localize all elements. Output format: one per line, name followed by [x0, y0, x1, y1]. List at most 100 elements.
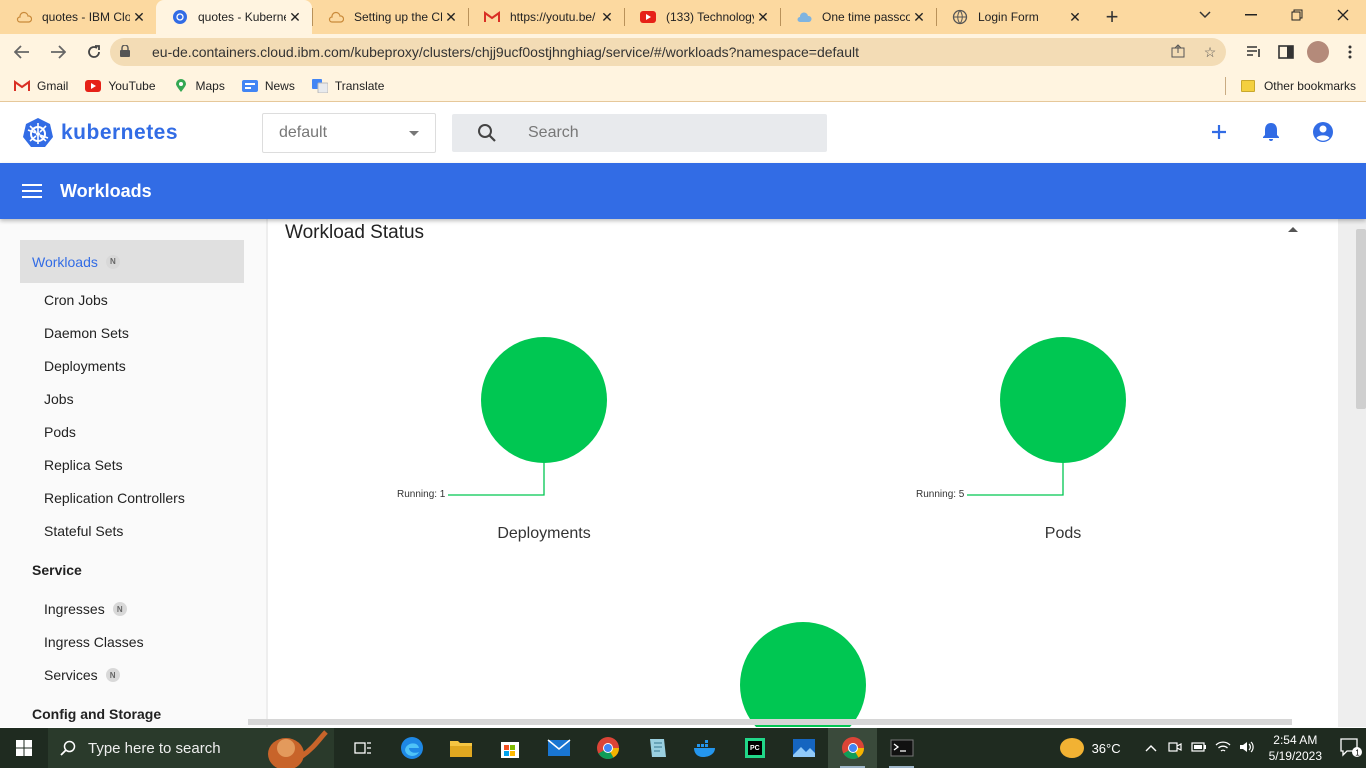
bookmark-youtube[interactable]: YouTube [85, 79, 156, 93]
pycharm-icon[interactable]: PC [730, 728, 779, 768]
sidebar-item-services[interactable]: Services N [44, 667, 120, 683]
notification-center-icon[interactable]: 1 [1336, 728, 1366, 768]
docker-icon[interactable] [681, 728, 730, 768]
terminal-icon[interactable] [877, 728, 926, 768]
profile-avatar[interactable] [1307, 41, 1329, 63]
address-bar[interactable]: eu-de.containers.cloud.ibm.com/kubeproxy… [110, 38, 1226, 66]
new-tab-button[interactable]: + [1092, 0, 1132, 34]
notifications-bell-icon[interactable] [1258, 119, 1284, 145]
notepad-app-icon[interactable] [632, 728, 681, 768]
close-window-icon[interactable] [1320, 0, 1366, 30]
browser-tab[interactable]: Login Form ✕ [936, 0, 1092, 34]
bookmark-news[interactable]: News [241, 78, 295, 93]
youtube-icon [85, 79, 102, 93]
sidebar-item-daemon-sets[interactable]: Daemon Sets [44, 325, 129, 341]
running-slice[interactable] [740, 622, 866, 727]
replica-sets-pie-chart[interactable] [740, 622, 866, 727]
namespace-selector[interactable]: default [262, 113, 436, 153]
system-clock[interactable]: 2:54 AM 5/19/2023 [1269, 732, 1322, 764]
other-bookmarks[interactable]: Other bookmarks [1224, 70, 1356, 102]
task-view-icon[interactable] [338, 728, 387, 768]
running-slice[interactable] [481, 337, 607, 463]
windows-start-icon[interactable] [0, 728, 48, 768]
back-icon[interactable] [6, 36, 38, 68]
pods-pie-chart[interactable] [967, 337, 1126, 496]
horizontal-scrollbar[interactable] [248, 719, 1292, 725]
restore-icon[interactable] [1274, 0, 1320, 30]
more-menu-icon[interactable] [1334, 36, 1366, 68]
bookmark-star-icon[interactable]: ☆ [1194, 44, 1226, 61]
namespaced-badge: N [112, 602, 127, 616]
browser-tab[interactable]: Setting up the CLI ✕ [312, 0, 468, 34]
sidebar-item-replica-sets[interactable]: Replica Sets [44, 457, 123, 473]
namespaced-badge: N [105, 668, 120, 682]
microsoft-store-icon[interactable] [485, 728, 534, 768]
bookmark-label: News [264, 78, 295, 93]
gmail-icon [14, 79, 30, 93]
close-icon[interactable]: ✕ [442, 8, 460, 26]
sidebar-item-replication-controllers[interactable]: Replication Controllers [44, 490, 185, 506]
close-icon[interactable]: ✕ [754, 8, 772, 26]
browser-tab[interactable]: https://youtu.be/ ✕ [468, 0, 624, 34]
sidebar-item-deployments[interactable]: Deployments [44, 358, 126, 374]
chrome-icon[interactable] [583, 728, 632, 768]
weather-widget[interactable]: 36°C [1059, 738, 1121, 758]
meet-now-icon[interactable] [1163, 741, 1187, 756]
deployments-pie-chart[interactable] [448, 337, 607, 496]
sidebar-item-cron-jobs[interactable]: Cron Jobs [44, 292, 108, 308]
bookmark-maps[interactable]: Maps [173, 78, 225, 93]
battery-icon[interactable] [1187, 741, 1211, 755]
sidebar-item-jobs[interactable]: Jobs [44, 391, 74, 407]
bookmark-translate[interactable]: Translate [311, 78, 384, 93]
sidebar-item-pods[interactable]: Pods [44, 424, 76, 440]
browser-tab[interactable]: One time passcode ✕ [780, 0, 936, 34]
search-input[interactable] [528, 124, 808, 142]
search-highlight-illustration-icon [254, 728, 334, 770]
browser-tab[interactable]: (133) Technology ✕ [624, 0, 780, 34]
sidebar-section-service[interactable]: Service [32, 562, 82, 578]
close-icon[interactable]: ✕ [1066, 8, 1084, 26]
sidebar-item-ingress-classes[interactable]: Ingress Classes [44, 634, 144, 650]
file-explorer-icon[interactable] [436, 728, 485, 768]
sidebar-item-stateful-sets[interactable]: Stateful Sets [44, 523, 123, 539]
translate-icon [311, 78, 328, 93]
close-icon[interactable]: ✕ [130, 8, 148, 26]
mail-icon[interactable] [534, 728, 583, 768]
brand-name[interactable]: kubernetes [61, 121, 178, 145]
taskbar-search[interactable]: Type here to search [48, 728, 334, 770]
lock-icon[interactable] [120, 43, 140, 60]
side-panel-icon[interactable] [1270, 36, 1302, 68]
minimize-icon[interactable] [1228, 0, 1274, 30]
bookmark-label: Maps [195, 78, 225, 93]
gmail-icon [484, 9, 500, 25]
media-control-icon[interactable] [1238, 36, 1270, 68]
sidebar-item-ingresses[interactable]: Ingresses N [44, 601, 127, 617]
taskbar-search-placeholder: Type here to search [88, 739, 221, 757]
running-slice[interactable] [1000, 337, 1126, 463]
forward-icon[interactable] [42, 36, 74, 68]
photos-icon[interactable] [779, 728, 828, 768]
window-controls [1228, 0, 1366, 30]
hamburger-menu-icon[interactable] [22, 184, 42, 198]
tab-search-icon[interactable] [1190, 0, 1220, 30]
volume-icon[interactable] [1235, 741, 1259, 756]
close-icon[interactable]: ✕ [910, 8, 928, 26]
wifi-icon[interactable] [1211, 740, 1235, 756]
chrome-running-icon[interactable] [828, 728, 877, 768]
edge-browser-icon[interactable] [387, 728, 436, 768]
close-icon[interactable]: ✕ [286, 8, 304, 26]
chevron-up-icon[interactable] [1139, 741, 1163, 755]
kubernetes-logo-icon[interactable] [22, 117, 54, 149]
vertical-scrollbar[interactable] [1356, 229, 1366, 409]
reload-icon[interactable] [78, 36, 110, 68]
share-icon[interactable] [1162, 43, 1194, 61]
sidebar-section-config-storage[interactable]: Config and Storage [32, 706, 161, 722]
bookmark-gmail[interactable]: Gmail [14, 79, 68, 93]
add-icon[interactable] [1206, 119, 1232, 145]
sidebar-item-workloads[interactable]: Workloads N [20, 240, 244, 283]
windows-taskbar: Type here to search PC 36°C 2:54 AM 5/19… [0, 728, 1366, 770]
close-icon[interactable]: ✕ [598, 8, 616, 26]
browser-tab[interactable]: quotes - IBM Cloud ✕ [0, 0, 156, 34]
browser-tab-active[interactable]: quotes - Kubernetes Dashboard ✕ [156, 0, 312, 34]
account-circle-icon[interactable] [1310, 119, 1336, 145]
